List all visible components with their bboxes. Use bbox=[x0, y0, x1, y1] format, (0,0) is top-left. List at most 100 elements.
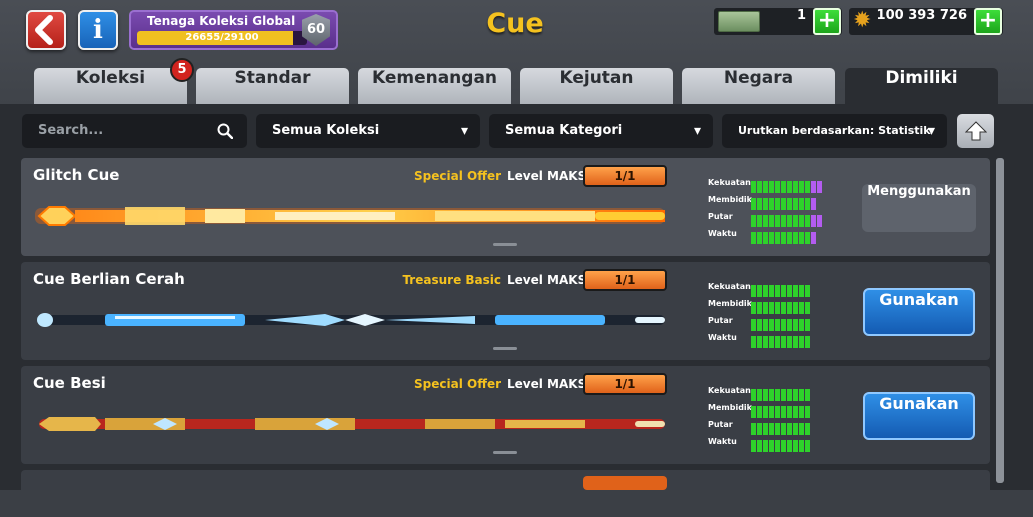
stat-row: Kekuatan bbox=[708, 384, 838, 401]
cue-row[interactable]: Glitch Cue Special Offer Level MAKS 1/1 … bbox=[21, 158, 990, 256]
stat-segment bbox=[805, 336, 810, 348]
tab-negara[interactable]: Negara bbox=[682, 68, 835, 105]
tab-dimiliki[interactable]: Dimiliki bbox=[845, 68, 998, 106]
stat-segment bbox=[781, 319, 786, 331]
iron-cue-image bbox=[39, 417, 665, 431]
stat-bar bbox=[751, 420, 811, 435]
back-button[interactable] bbox=[26, 10, 66, 50]
stat-segment bbox=[805, 181, 810, 193]
back-arrow-icon bbox=[35, 15, 53, 45]
cue-count: 1/1 bbox=[583, 269, 667, 291]
in-use-button[interactable]: Menggunakan bbox=[862, 184, 976, 232]
stat-segment bbox=[787, 423, 792, 435]
info-button[interactable]: i bbox=[78, 10, 118, 50]
use-button[interactable]: Gunakan bbox=[863, 288, 975, 336]
add-cash-button[interactable]: + bbox=[813, 8, 841, 35]
stat-segment bbox=[751, 232, 756, 244]
stat-segment bbox=[793, 285, 798, 297]
stat-label: Kekuatan bbox=[708, 282, 751, 291]
category-dropdown-value: Semua Kategori bbox=[505, 123, 623, 138]
tab-kejutan[interactable]: Kejutan bbox=[520, 68, 673, 105]
cue-row[interactable]: Cue Besi Special Offer Level MAKS 1/1 Ke… bbox=[21, 366, 990, 464]
category-dropdown[interactable]: Semua Kategori ▾ bbox=[489, 114, 713, 148]
stat-segment bbox=[757, 302, 762, 314]
stat-segment bbox=[775, 406, 780, 418]
stat-row: Membidik bbox=[708, 193, 838, 210]
search-input[interactable]: Search... bbox=[22, 114, 247, 148]
search-placeholder: Search... bbox=[38, 123, 104, 138]
stat-segment bbox=[751, 336, 756, 348]
sort-dropdown-value: Urutkan berdasarkan: Statistik bbox=[738, 124, 931, 137]
stat-segment bbox=[781, 198, 786, 210]
stat-segment bbox=[781, 406, 786, 418]
global-collection-power[interactable]: Tenaga Koleksi Global 26655/29100 60 bbox=[129, 10, 338, 50]
collection-power-label: Tenaga Koleksi Global bbox=[147, 14, 296, 28]
add-coins-button[interactable]: + bbox=[974, 8, 1002, 35]
stat-bar bbox=[751, 212, 823, 227]
cue-stats: Kekuatan Membidik Putar Waktu bbox=[708, 280, 838, 348]
stat-segment bbox=[787, 215, 792, 227]
stat-row: Putar bbox=[708, 314, 838, 331]
stat-segment bbox=[805, 302, 810, 314]
stat-segment bbox=[781, 232, 786, 244]
stat-label: Putar bbox=[708, 316, 733, 325]
stat-segment bbox=[799, 232, 804, 244]
search-icon bbox=[217, 123, 233, 139]
stat-row: Waktu bbox=[708, 331, 838, 348]
stat-segment bbox=[763, 302, 768, 314]
stat-label: Waktu bbox=[708, 333, 737, 342]
row-divider bbox=[493, 347, 517, 350]
stat-label: Putar bbox=[708, 212, 733, 221]
stat-segment bbox=[775, 232, 780, 244]
collection-progress-bar: 26655/29100 bbox=[137, 31, 307, 45]
stat-row: Kekuatan bbox=[708, 280, 838, 297]
chevron-down-icon: ▾ bbox=[460, 123, 468, 139]
diamond-cue-image bbox=[37, 313, 665, 327]
stat-segment bbox=[751, 181, 756, 193]
stat-segment bbox=[775, 198, 780, 210]
stat-segment bbox=[799, 302, 804, 314]
collection-dropdown[interactable]: Semua Koleksi ▾ bbox=[256, 114, 480, 148]
coin-amount: 100 393 726 bbox=[876, 8, 967, 23]
stat-segment bbox=[751, 285, 756, 297]
stat-segment bbox=[781, 389, 786, 401]
stat-segment bbox=[751, 215, 756, 227]
chevron-down-icon: ▾ bbox=[927, 123, 935, 139]
stat-label: Kekuatan bbox=[708, 178, 751, 187]
sort-dropdown[interactable]: Urutkan berdasarkan: Statistik ▾ bbox=[722, 114, 947, 148]
scroll-top-button[interactable] bbox=[957, 114, 994, 148]
stat-segment bbox=[799, 285, 804, 297]
stat-segment bbox=[751, 440, 756, 452]
tab-koleksi[interactable]: Koleksi bbox=[34, 68, 187, 105]
stat-segment bbox=[799, 181, 804, 193]
cue-count-partial bbox=[583, 476, 667, 490]
stat-segment bbox=[805, 198, 810, 210]
stat-segment bbox=[763, 440, 768, 452]
stat-segment bbox=[751, 319, 756, 331]
stat-segment bbox=[775, 285, 780, 297]
cue-stats: Kekuatan Membidik Putar Waktu bbox=[708, 384, 838, 452]
stat-segment bbox=[751, 302, 756, 314]
stat-segment bbox=[817, 215, 822, 227]
stat-segment bbox=[757, 423, 762, 435]
use-button[interactable]: Gunakan bbox=[863, 392, 975, 440]
cue-row[interactable]: Cue Berlian Cerah Treasure Basic Level M… bbox=[21, 262, 990, 360]
stat-segment bbox=[775, 319, 780, 331]
tab-standar[interactable]: Standar bbox=[196, 68, 349, 105]
stat-segment bbox=[757, 319, 762, 331]
stat-bar bbox=[751, 333, 811, 348]
stat-segment bbox=[757, 232, 762, 244]
coin-counter: ✹ 100 393 726 + bbox=[849, 8, 1003, 35]
collection-dropdown-value: Semua Koleksi bbox=[272, 123, 380, 138]
stat-segment bbox=[817, 181, 822, 193]
scrollbar[interactable] bbox=[996, 158, 1004, 483]
cue-count: 1/1 bbox=[583, 373, 667, 395]
scrollbar-thumb[interactable] bbox=[996, 158, 1004, 483]
stat-segment bbox=[757, 285, 762, 297]
stat-label: Waktu bbox=[708, 437, 737, 446]
stat-segment bbox=[793, 336, 798, 348]
stat-segment bbox=[751, 423, 756, 435]
stat-segment bbox=[787, 232, 792, 244]
cue-offer: Special Offer bbox=[414, 169, 501, 183]
tab-kemenangan[interactable]: Kemenangan bbox=[358, 68, 511, 105]
